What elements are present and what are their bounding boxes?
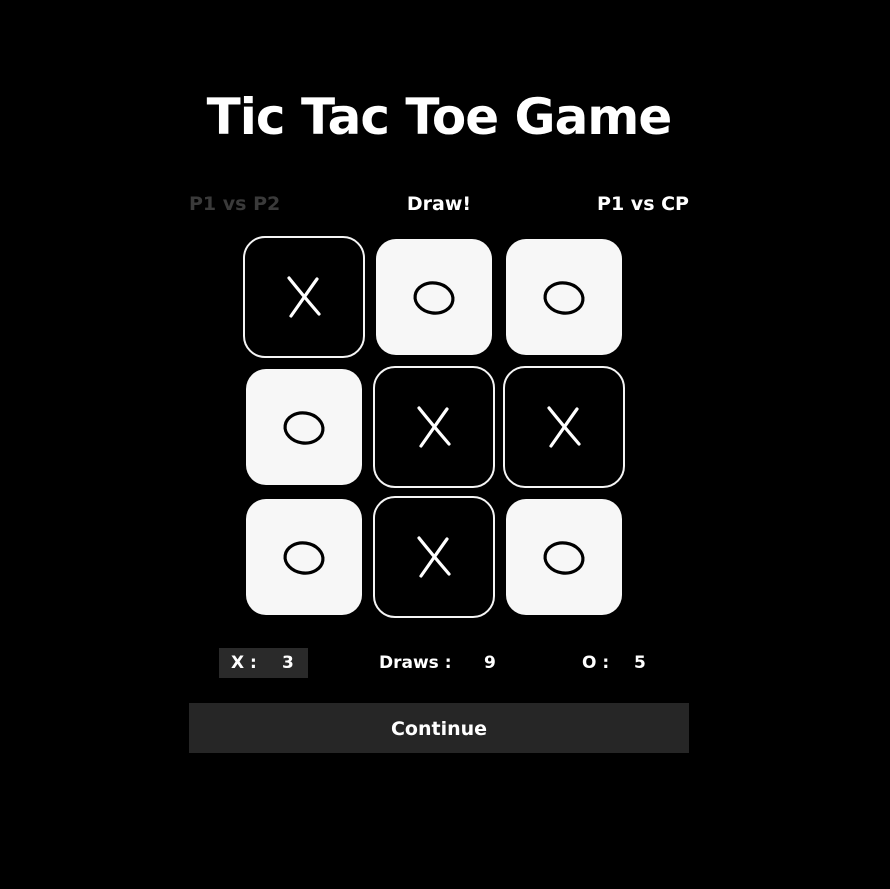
score-x-label: X : [231, 653, 257, 673]
x-mark-icon [417, 536, 451, 578]
board-cell-r3-c2[interactable] [373, 496, 495, 618]
mode-bar: Draw! P1 vs P2 P1 vs CP [189, 193, 689, 221]
x-mark-icon [417, 406, 451, 448]
mode-p1-vs-p2-button[interactable]: P1 vs P2 [189, 193, 280, 215]
board-cell-r1-c2[interactable] [376, 239, 492, 355]
score-x: X : 3 [219, 648, 308, 678]
o-mark-icon [413, 281, 455, 315]
score-draws-label: Draws : [379, 653, 452, 673]
game-board [243, 236, 628, 621]
o-mark-icon [283, 541, 325, 575]
board-cell-r1-c1[interactable] [243, 236, 365, 358]
scoreboard: X : 3 Draws : 9 O : 5 [219, 648, 659, 678]
score-draws-value: 9 [484, 653, 496, 673]
board-cell-r3-c3[interactable] [506, 499, 622, 615]
continue-button[interactable]: Continue [189, 703, 689, 753]
score-o-value: 5 [634, 653, 646, 673]
score-x-value: 3 [282, 653, 294, 673]
x-mark-icon [287, 276, 321, 318]
score-o: O : 5 [582, 648, 646, 678]
score-draws: Draws : 9 [379, 648, 496, 678]
o-mark-icon [283, 411, 325, 445]
board-cell-r1-c3[interactable] [506, 239, 622, 355]
x-mark-icon [547, 406, 581, 448]
o-mark-icon [543, 541, 585, 575]
board-cell-r2-c3[interactable] [503, 366, 625, 488]
board-cell-r2-c2[interactable] [373, 366, 495, 488]
page-title: Tic Tac Toe Game [206, 88, 673, 146]
mode-p1-vs-cp-button[interactable]: P1 vs CP [597, 193, 689, 215]
o-mark-icon [543, 281, 585, 315]
score-o-label: O : [582, 653, 610, 673]
board-cell-r3-c1[interactable] [246, 499, 362, 615]
board-cell-r2-c1[interactable] [246, 369, 362, 485]
